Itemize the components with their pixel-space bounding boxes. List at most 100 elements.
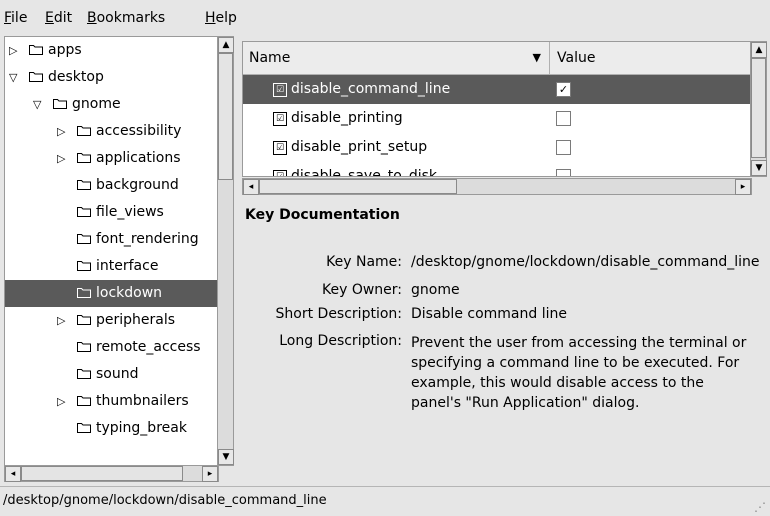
value-checkbox[interactable]	[556, 111, 571, 126]
tree-item-background[interactable]: background	[5, 172, 218, 199]
tree-item-label: apps	[48, 42, 82, 58]
scroll-left-icon[interactable]: ◂	[243, 179, 259, 195]
boolean-key-icon: ☑	[273, 112, 287, 126]
folder-icon	[77, 396, 91, 406]
tree-horizontal-scrollbar[interactable]: ◂ ▸	[4, 465, 219, 482]
menu-help[interactable]: Help	[205, 10, 237, 26]
list-horizontal-scrollbar[interactable]: ◂ ▸	[242, 178, 752, 195]
scroll-thumb[interactable]	[21, 466, 183, 481]
scroll-thumb[interactable]	[218, 53, 233, 180]
value-checkbox[interactable]: ✓	[556, 82, 571, 97]
scroll-down-icon[interactable]: ▼	[218, 449, 234, 465]
tree-item-label: thumbnailers	[96, 393, 189, 409]
tree-item-font-rendering[interactable]: font_rendering	[5, 226, 218, 253]
scroll-up-icon[interactable]: ▲	[218, 37, 234, 53]
tree-item-label: font_rendering	[96, 231, 199, 247]
key-row-disable-print-setup[interactable]: ☑ disable_print_setup	[243, 133, 751, 162]
status-bar: /desktop/gnome/lockdown/disable_command_…	[0, 486, 770, 516]
menu-edit[interactable]: Edit	[45, 10, 72, 26]
tree-item-thumbnailers[interactable]: ▷ thumbnailers	[5, 388, 218, 415]
folder-open-icon	[29, 72, 43, 82]
scroll-up-icon[interactable]: ▲	[751, 42, 767, 58]
short-description-value: Disable command line	[411, 306, 567, 322]
expander-open-icon[interactable]: ▽	[9, 64, 17, 91]
scroll-right-icon[interactable]: ▸	[202, 466, 218, 482]
tree-item-lockdown[interactable]: lockdown	[5, 280, 218, 307]
resize-grip-icon[interactable]: ⋰	[754, 500, 766, 514]
folder-icon	[77, 180, 91, 190]
key-list[interactable]: Name ▼ Value ☑ disable_command_line ✓ ☑ disa…	[242, 41, 752, 177]
expander-open-icon[interactable]: ▽	[33, 91, 41, 118]
tree-item-label: desktop	[48, 69, 104, 85]
key-owner-label: Key Owner:	[321, 282, 402, 298]
folder-open-icon	[53, 99, 67, 109]
expander-closed-icon[interactable]: ▷	[9, 37, 17, 64]
key-name: disable_command_line	[291, 81, 451, 97]
expander-closed-icon[interactable]: ▷	[57, 118, 65, 145]
folder-icon	[77, 342, 91, 352]
list-vertical-scrollbar[interactable]: ▲ ▼	[750, 41, 767, 177]
menu-bar: File Edit Bookmarks Help	[0, 0, 770, 36]
column-header-name[interactable]: Name ▼	[243, 42, 550, 75]
key-row-disable-command-line[interactable]: ☑ disable_command_line ✓	[243, 75, 751, 104]
tree-item-label: file_views	[96, 204, 164, 220]
folder-icon	[77, 369, 91, 379]
key-tree[interactable]: ▷ apps ▽ desktop ▽ gnome ▷ accessibility ▷ applic…	[4, 36, 219, 466]
folder-icon	[77, 234, 91, 244]
key-name: disable_printing	[291, 110, 403, 126]
tree-item-apps[interactable]: ▷ apps	[5, 37, 218, 64]
key-name-label: Key Name:	[326, 254, 402, 270]
long-description-label: Long Description:	[279, 333, 402, 349]
scroll-thumb[interactable]	[751, 58, 766, 158]
tree-item-label: lockdown	[96, 285, 163, 301]
menu-file[interactable]: File	[4, 10, 27, 26]
tree-item-label: typing_break	[96, 420, 187, 436]
boolean-key-icon: ☑	[273, 170, 287, 176]
tree-item-applications[interactable]: ▷ applications	[5, 145, 218, 172]
tree-vertical-scrollbar[interactable]: ▲ ▼	[217, 36, 234, 466]
folder-icon	[77, 153, 91, 163]
tree-item-desktop[interactable]: ▽ desktop	[5, 64, 218, 91]
key-row-disable-printing[interactable]: ☑ disable_printing	[243, 104, 751, 133]
tree-item-remote-access[interactable]: remote_access	[5, 334, 218, 361]
key-row-disable-save-to-disk[interactable]: ☑ disable_save_to_disk	[243, 162, 751, 177]
key-name-value: /desktop/gnome/lockdown/disable_command_…	[411, 254, 760, 270]
tree-item-sound[interactable]: sound	[5, 361, 218, 388]
key-name: disable_save_to_disk	[291, 168, 438, 177]
folder-icon	[77, 288, 91, 298]
tree-item-label: applications	[96, 150, 181, 166]
tree-item-file-views[interactable]: file_views	[5, 199, 218, 226]
tree-item-label: remote_access	[96, 339, 201, 355]
folder-icon	[29, 45, 43, 55]
column-header-value[interactable]: Value	[550, 42, 751, 75]
tree-item-label: interface	[96, 258, 159, 274]
tree-item-label: sound	[96, 366, 139, 382]
long-description-value: Prevent the user from accessing the term…	[411, 335, 747, 411]
tree-item-typing-break[interactable]: typing_break	[5, 415, 218, 442]
tree-item-accessibility[interactable]: ▷ accessibility	[5, 118, 218, 145]
status-path: /desktop/gnome/lockdown/disable_command_…	[3, 493, 327, 508]
short-description-label: Short Description:	[275, 306, 402, 322]
scroll-right-icon[interactable]: ▸	[735, 179, 751, 195]
scroll-down-icon[interactable]: ▼	[751, 160, 767, 176]
expander-closed-icon[interactable]: ▷	[57, 388, 65, 415]
scroll-left-icon[interactable]: ◂	[5, 466, 21, 482]
doc-heading: Key Documentation	[245, 207, 400, 223]
folder-icon	[77, 261, 91, 271]
tree-item-label: gnome	[72, 96, 121, 112]
value-checkbox[interactable]	[556, 140, 571, 155]
expander-closed-icon[interactable]: ▷	[57, 145, 65, 172]
value-checkbox[interactable]	[556, 169, 571, 176]
key-owner-value: gnome	[411, 282, 460, 298]
scroll-thumb[interactable]	[259, 179, 457, 194]
folder-icon	[77, 207, 91, 217]
menu-bookmarks[interactable]: Bookmarks	[87, 10, 165, 26]
expander-closed-icon[interactable]: ▷	[57, 307, 65, 334]
tree-item-gnome[interactable]: ▽ gnome	[5, 91, 218, 118]
tree-item-peripherals[interactable]: ▷ peripherals	[5, 307, 218, 334]
folder-icon	[77, 126, 91, 136]
tree-item-label: accessibility	[96, 123, 182, 139]
tree-item-label: peripherals	[96, 312, 176, 328]
tree-item-interface[interactable]: interface	[5, 253, 218, 280]
boolean-key-icon: ☑	[273, 83, 287, 97]
